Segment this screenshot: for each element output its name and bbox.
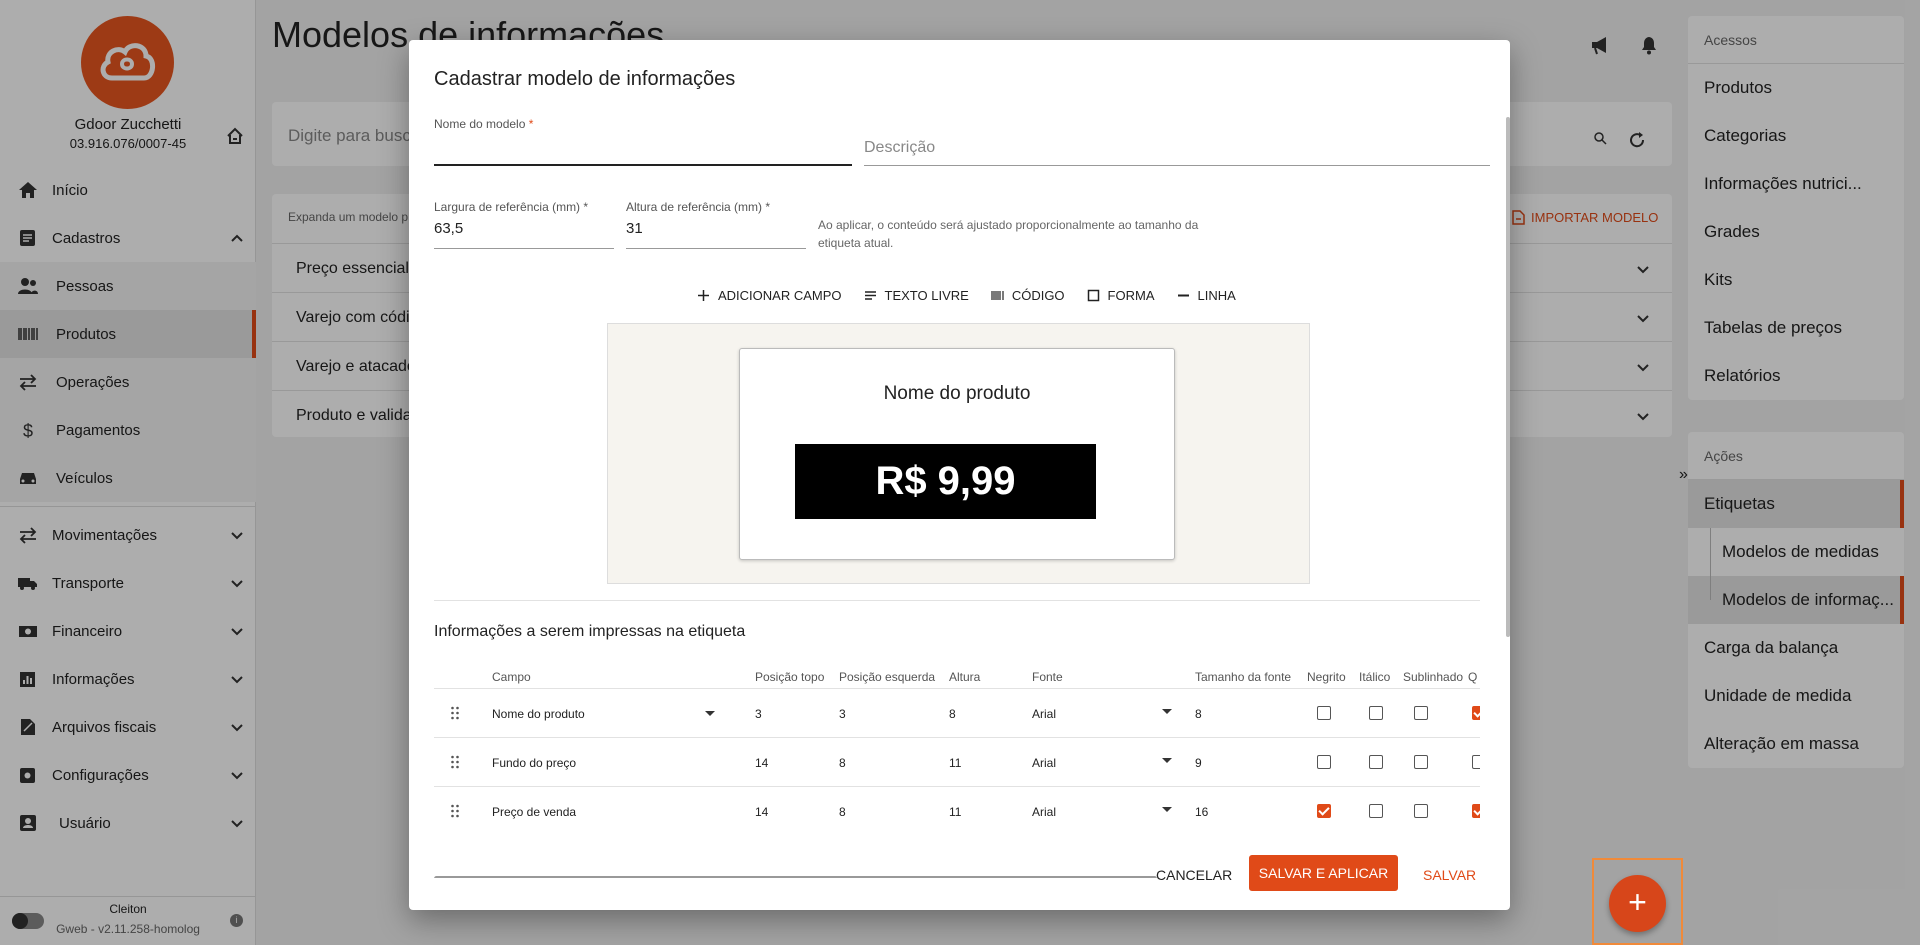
reference-height-input[interactable]: 31 bbox=[626, 220, 806, 237]
field-underline bbox=[434, 164, 852, 166]
esquerda-cell[interactable]: 8 bbox=[839, 805, 846, 819]
required-mark: * bbox=[765, 200, 771, 214]
campo-cell[interactable]: Nome do produto bbox=[492, 707, 585, 721]
underline-checkbox[interactable] bbox=[1414, 706, 1428, 720]
esquerda-cell[interactable]: 8 bbox=[839, 756, 846, 770]
barcode-icon bbox=[991, 291, 1004, 300]
q-checkbox[interactable] bbox=[1472, 755, 1480, 769]
italic-checkbox[interactable] bbox=[1369, 755, 1383, 769]
fonte-cell[interactable]: Arial bbox=[1032, 756, 1056, 770]
reference-width-label: Largura de referência (mm) bbox=[434, 200, 581, 214]
fonte-cell[interactable]: Arial bbox=[1032, 805, 1056, 819]
underline-checkbox[interactable] bbox=[1414, 755, 1428, 769]
dropdown-arrow-icon[interactable] bbox=[1162, 807, 1172, 812]
column-header: Campo bbox=[492, 670, 531, 684]
altura-cell[interactable]: 11 bbox=[949, 756, 961, 770]
topo-cell[interactable]: 3 bbox=[755, 707, 762, 721]
preview-price[interactable]: R$ 9,99 bbox=[795, 444, 1096, 519]
description-input[interactable]: Descrição bbox=[864, 137, 1490, 157]
topo-cell[interactable]: 14 bbox=[755, 805, 768, 819]
column-header: Tamanho da fonte bbox=[1195, 670, 1292, 684]
column-header: Fonte bbox=[1032, 670, 1063, 684]
cancel-button[interactable]: CANCELAR bbox=[1156, 867, 1232, 883]
line-icon bbox=[1177, 294, 1189, 297]
bold-checkbox[interactable] bbox=[1317, 706, 1331, 720]
column-header: Sublinhado bbox=[1403, 670, 1464, 684]
model-name-label: Nome do modelo bbox=[434, 117, 526, 131]
topo-cell[interactable]: 14 bbox=[755, 756, 768, 770]
element-toolbar: ADICIONAR CAMPO TEXTO LIVRE CÓDIGO FORMA… bbox=[697, 288, 1236, 303]
tamanho-cell[interactable]: 8 bbox=[1195, 707, 1202, 721]
required-mark: * bbox=[528, 117, 534, 131]
preview-product-name[interactable]: Nome do produto bbox=[740, 383, 1174, 405]
shape-button[interactable]: FORMA bbox=[1087, 288, 1155, 303]
campo-cell[interactable]: Fundo do preço bbox=[492, 756, 576, 770]
add-fab-button[interactable]: + bbox=[1609, 875, 1666, 932]
line-label: LINHA bbox=[1197, 288, 1236, 303]
description-field[interactable]: Descrição bbox=[864, 137, 1490, 166]
q-checkbox[interactable] bbox=[1472, 706, 1480, 720]
italic-checkbox[interactable] bbox=[1369, 804, 1383, 818]
bold-checkbox[interactable] bbox=[1317, 755, 1331, 769]
bold-checkbox[interactable] bbox=[1317, 804, 1331, 818]
table-row[interactable]: Preço de venda 14 8 11 Arial 16 bbox=[434, 786, 1480, 835]
tamanho-cell[interactable]: 16 bbox=[1195, 805, 1208, 819]
text-lines-icon bbox=[864, 291, 876, 300]
altura-cell[interactable]: 8 bbox=[949, 707, 956, 721]
shape-label: FORMA bbox=[1107, 288, 1155, 303]
tamanho-cell[interactable]: 9 bbox=[1195, 756, 1202, 770]
esquerda-cell[interactable]: 3 bbox=[839, 707, 846, 721]
table-row[interactable]: Nome do produto 3 3 8 Arial 8 bbox=[434, 688, 1480, 737]
line-button[interactable]: LINHA bbox=[1177, 288, 1236, 303]
italic-checkbox[interactable] bbox=[1369, 706, 1383, 720]
save-button[interactable]: SALVAR bbox=[1423, 867, 1476, 883]
drag-handle-icon[interactable] bbox=[450, 755, 460, 769]
table-row[interactable]: Fundo do preço 14 8 11 Arial 9 bbox=[434, 737, 1480, 786]
add-field-label: ADICIONAR CAMPO bbox=[718, 288, 842, 303]
fields-table: Campo Posição topo Posição esquerda Altu… bbox=[434, 660, 1480, 878]
column-header: Q bbox=[1468, 670, 1478, 684]
reference-width-input[interactable]: 63,5 bbox=[434, 220, 614, 237]
column-header: Posição esquerda bbox=[839, 670, 936, 684]
add-field-button[interactable]: ADICIONAR CAMPO bbox=[697, 288, 842, 303]
dialog-title: Cadastrar modelo de informações bbox=[434, 68, 736, 90]
column-header: Altura bbox=[949, 670, 981, 684]
fields-section-title: Informações a serem impressas na etiquet… bbox=[434, 623, 746, 640]
altura-cell[interactable]: 11 bbox=[949, 805, 961, 819]
field-underline bbox=[434, 248, 614, 249]
register-model-dialog: Cadastrar modelo de informações Nome do … bbox=[409, 40, 1510, 910]
free-text-button[interactable]: TEXTO LIVRE bbox=[864, 288, 969, 303]
required-mark: * bbox=[583, 200, 589, 214]
code-button[interactable]: CÓDIGO bbox=[991, 288, 1065, 303]
dropdown-arrow-icon[interactable] bbox=[705, 711, 715, 716]
column-header: Posição topo bbox=[755, 670, 825, 684]
label-preview[interactable]: Nome do produto R$ 9,99 bbox=[739, 348, 1175, 560]
fonte-cell[interactable]: Arial bbox=[1032, 707, 1056, 721]
underline-checkbox[interactable] bbox=[1414, 804, 1428, 818]
resize-hint: Ao aplicar, o conteúdo será ajustado pro… bbox=[818, 218, 1199, 250]
dropdown-arrow-icon[interactable] bbox=[1162, 709, 1172, 714]
dialog-scrollbar[interactable] bbox=[1506, 117, 1510, 637]
q-checkbox[interactable] bbox=[1472, 804, 1480, 818]
free-text-label: TEXTO LIVRE bbox=[884, 288, 969, 303]
dropdown-arrow-icon[interactable] bbox=[1162, 758, 1172, 763]
column-header: Itálico bbox=[1359, 670, 1391, 684]
campo-cell[interactable]: Preço de venda bbox=[492, 805, 576, 819]
field-underline bbox=[626, 248, 806, 249]
dialog-actions: CANCELAR SALVAR E APLICAR SALVAR bbox=[409, 855, 1510, 895]
plus-icon bbox=[698, 290, 709, 301]
code-label: CÓDIGO bbox=[1011, 288, 1065, 303]
reference-width-field[interactable]: Largura de referência (mm) * 63,5 bbox=[434, 200, 614, 249]
reference-height-field[interactable]: Altura de referência (mm) * 31 bbox=[626, 200, 806, 249]
section-divider bbox=[434, 600, 1480, 601]
save-and-apply-button[interactable]: SALVAR E APLICAR bbox=[1249, 855, 1398, 891]
field-underline bbox=[864, 165, 1490, 166]
drag-handle-icon[interactable] bbox=[450, 804, 460, 818]
column-header: Negrito bbox=[1307, 670, 1346, 684]
model-name-field[interactable]: Nome do modelo * bbox=[434, 117, 852, 166]
square-icon bbox=[1087, 289, 1099, 302]
label-preview-canvas[interactable]: Nome do produto R$ 9,99 bbox=[607, 323, 1310, 584]
drag-handle-icon[interactable] bbox=[450, 706, 460, 720]
reference-height-label: Altura de referência (mm) bbox=[626, 200, 763, 214]
